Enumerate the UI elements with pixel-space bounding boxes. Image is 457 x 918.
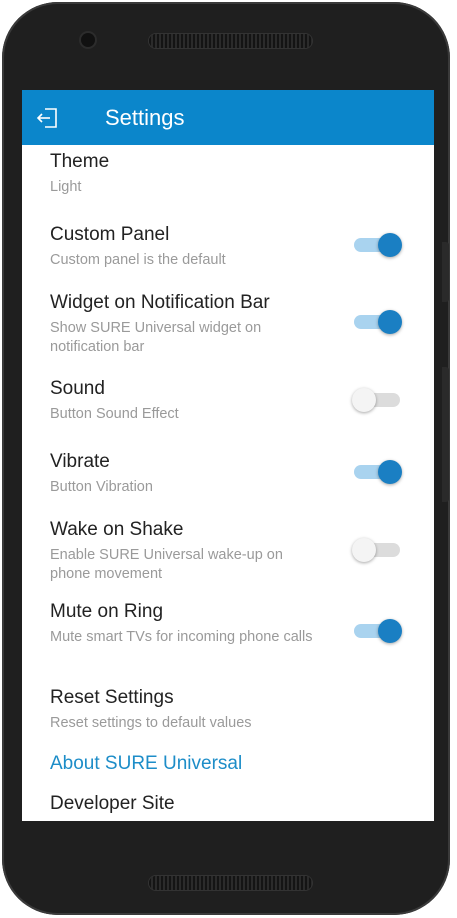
setting-widget-notification-bar[interactable]: Widget on Notification Bar Show SURE Uni… bbox=[22, 291, 434, 361]
setting-value: Light bbox=[50, 179, 82, 195]
wake-on-shake-toggle[interactable] bbox=[352, 538, 400, 562]
setting-subtitle: Button Sound Effect bbox=[50, 406, 179, 422]
about-link[interactable]: About SURE Universal bbox=[50, 752, 242, 776]
setting-title: Mute on Ring bbox=[50, 601, 164, 622]
setting-title: Wake on Shake bbox=[50, 519, 184, 540]
setting-subtitle: Mute smart TVs for incoming phone calls bbox=[50, 629, 313, 645]
setting-title: Theme bbox=[50, 151, 110, 172]
setting-subtitle: Show SURE Universal widget on notificati… bbox=[50, 320, 262, 355]
app-screen: Settings Theme Light Custom Panel Custom… bbox=[22, 90, 434, 821]
setting-sound[interactable]: Sound Button Sound Effect bbox=[22, 377, 434, 427]
exit-back-icon[interactable] bbox=[36, 107, 60, 129]
setting-subtitle: Custom panel is the default bbox=[50, 252, 226, 268]
bottom-speaker bbox=[149, 876, 312, 890]
earpiece-speaker bbox=[149, 34, 312, 48]
custom-panel-toggle[interactable] bbox=[354, 233, 402, 257]
setting-wake-on-shake[interactable]: Wake on Shake Enable SURE Universal wake… bbox=[22, 518, 434, 588]
mute-on-ring-toggle[interactable] bbox=[354, 619, 402, 643]
power-button bbox=[442, 242, 449, 302]
setting-theme[interactable]: Theme Light bbox=[22, 150, 434, 200]
page-title: Settings bbox=[105, 105, 185, 130]
setting-reset[interactable]: Reset Settings Reset settings to default… bbox=[22, 686, 434, 736]
setting-title: Vibrate bbox=[50, 451, 110, 472]
setting-title: Sound bbox=[50, 378, 105, 399]
app-bar: Settings bbox=[22, 90, 434, 145]
sound-toggle[interactable] bbox=[352, 388, 400, 412]
setting-subtitle: Button Vibration bbox=[50, 479, 153, 495]
setting-subtitle: Enable SURE Universal wake-up on phone m… bbox=[50, 547, 283, 582]
widget-notification-toggle[interactable] bbox=[354, 310, 402, 334]
setting-title: Developer Site bbox=[50, 793, 175, 814]
setting-title: Widget on Notification Bar bbox=[50, 292, 270, 313]
setting-vibrate[interactable]: Vibrate Button Vibration bbox=[22, 450, 434, 500]
setting-title: Custom Panel bbox=[50, 224, 170, 245]
setting-subtitle: Reset settings to default values bbox=[50, 715, 252, 731]
front-camera bbox=[81, 33, 95, 47]
setting-mute-on-ring[interactable]: Mute on Ring Mute smart TVs for incoming… bbox=[22, 600, 434, 670]
volume-button bbox=[442, 367, 449, 502]
setting-title: Reset Settings bbox=[50, 687, 174, 708]
setting-custom-panel[interactable]: Custom Panel Custom panel is the default bbox=[22, 223, 434, 273]
setting-developer-site[interactable]: Developer Site bbox=[22, 792, 434, 821]
vibrate-toggle[interactable] bbox=[354, 460, 402, 484]
